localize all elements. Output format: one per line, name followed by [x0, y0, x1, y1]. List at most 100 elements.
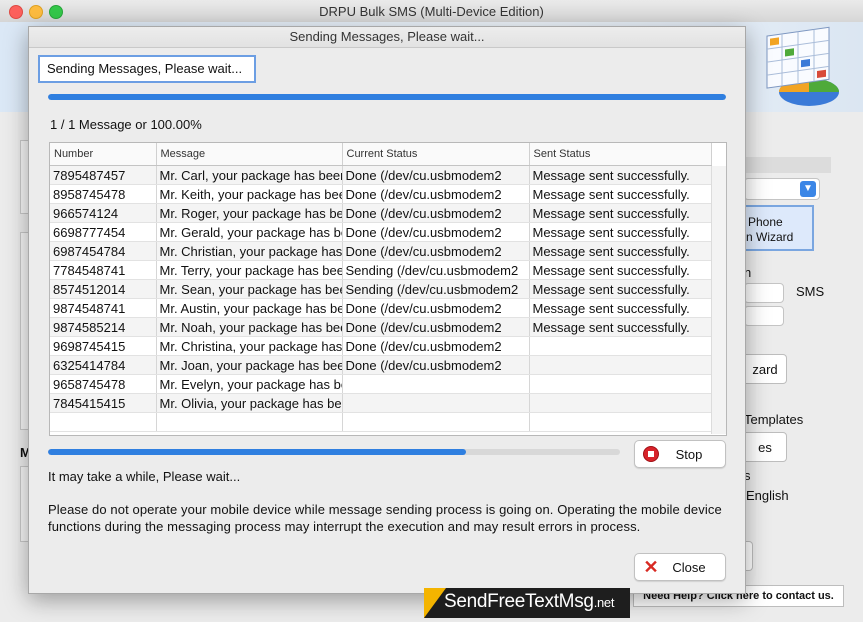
cell-sent-status: Message sent successfully.: [529, 184, 712, 204]
cell-sent-status: [529, 412, 712, 432]
cell-sent-status: Message sent successfully.: [529, 260, 712, 280]
close-button-label: Close: [672, 559, 706, 575]
watermark-main: SendFreeTextMsg: [444, 591, 594, 612]
cell-sent-status: Message sent successfully.: [529, 222, 712, 242]
cell-number: [50, 412, 157, 432]
stop-icon: [643, 446, 659, 462]
cell-message: Mr. Christian, your package has be: [156, 241, 343, 261]
cell-current-status: Done (/dev/cu.usbmodem2: [342, 298, 530, 318]
table-row[interactable]: [50, 412, 712, 432]
cell-message: Mr. Evelyn, your package has been: [156, 374, 343, 394]
chevron-down-icon: ▼: [800, 181, 816, 197]
table-scrollbar[interactable]: [711, 166, 726, 434]
cell-number: 9874548741: [50, 298, 157, 318]
sms-label: SMS: [796, 284, 825, 299]
column-header-number[interactable]: Number: [50, 143, 157, 166]
cell-sent-status: Message sent successfully.: [529, 298, 712, 318]
status-message-box: Sending Messages, Please wait...: [38, 55, 256, 83]
title-bar: DRPU Bulk SMS (Multi-Device Edition): [0, 0, 863, 23]
cell-current-status: Sending (/dev/cu.usbmodem2: [342, 260, 530, 280]
table-row[interactable]: 8958745478 Mr. Keith, your package has be…: [50, 184, 712, 204]
cell-message: Mr. Keith, your package has been: [156, 184, 343, 204]
cell-number: 9874585214: [50, 317, 157, 337]
templates-label: Templates: [744, 412, 804, 427]
cell-message: [156, 412, 343, 432]
dialog-title: Sending Messages, Please wait...: [29, 27, 745, 48]
window-title: DRPU Bulk SMS (Multi-Device Edition): [319, 4, 544, 19]
cell-current-status: [342, 393, 530, 413]
overall-progress-bar: [48, 94, 726, 100]
table-row[interactable]: 9698745415 Mr. Christina, your package ha…: [50, 336, 712, 356]
cell-message: Mr. Olivia, your package has been: [156, 393, 343, 413]
cell-sent-status: [529, 374, 712, 394]
stop-button[interactable]: Stop: [634, 440, 726, 468]
cell-current-status: [342, 374, 530, 394]
cell-current-status: Done (/dev/cu.usbmodem2: [342, 355, 530, 375]
close-x-icon: ✕: [643, 557, 659, 577]
cell-message: Mr. Sean, your package has been: [156, 279, 343, 299]
cell-current-status: Done (/dev/cu.usbmodem2: [342, 165, 530, 185]
cell-sent-status: Message sent successfully.: [529, 203, 712, 223]
cell-message: Mr. Noah, your package has been: [156, 317, 343, 337]
wizard-button[interactable]: zard: [744, 354, 787, 384]
table-row[interactable]: 6698777454 Mr. Gerald, your package has b…: [50, 222, 712, 242]
table-row[interactable]: 6987454784 Mr. Christian, your package ha…: [50, 241, 712, 261]
right-panel-header: [744, 157, 831, 173]
cell-current-status: Done (/dev/cu.usbmodem2: [342, 222, 530, 242]
cell-current-status: Done (/dev/cu.usbmodem2: [342, 336, 530, 356]
cell-current-status: Done (/dev/cu.usbmodem2: [342, 184, 530, 204]
cell-number: 9658745478: [50, 374, 157, 394]
warning-note: Please do not operate your mobile device…: [48, 502, 722, 534]
column-header-current-status[interactable]: Current Status: [342, 143, 530, 166]
cell-current-status: Done (/dev/cu.usbmodem2: [342, 203, 530, 223]
column-header-message[interactable]: Message: [156, 143, 343, 166]
sending-dialog: Sending Messages, Please wait... Sending…: [28, 26, 746, 594]
spreadsheet-chart-logo-icon: [766, 26, 839, 106]
table-row[interactable]: 9658745478 Mr. Evelyn, your package has b…: [50, 374, 712, 394]
cell-number: 6698777454: [50, 222, 157, 242]
cell-message: Mr. Terry, your package has been: [156, 260, 343, 280]
watermark-text: SendFreeTextMsg.net: [444, 591, 614, 613]
cell-message: Mr. Carl, your package has been: [156, 165, 343, 185]
cell-sent-status: Message sent successfully.: [529, 279, 712, 299]
table-row[interactable]: 9874548741 Mr. Austin, your package has b…: [50, 298, 712, 318]
overall-progress-fill: [48, 94, 726, 100]
table-row[interactable]: 6325414784 Mr. Joan, your package has bee…: [50, 355, 712, 375]
phone-wizard-button[interactable]: Phone n Wizard: [744, 205, 814, 251]
cell-number: 7845415415: [50, 393, 157, 413]
column-header-sent-status[interactable]: Sent Status: [529, 143, 712, 166]
cell-number: 7784548741: [50, 260, 157, 280]
cell-sent-status: Message sent successfully.: [529, 317, 712, 337]
close-button[interactable]: ✕ Close: [634, 553, 726, 581]
table-row[interactable]: 7845415415 Mr. Olivia, your package has b…: [50, 393, 712, 413]
table-row[interactable]: 9874585214 Mr. Noah, your package has bee…: [50, 317, 712, 337]
table-row[interactable]: 7784548741 Mr. Terry, your package has be…: [50, 260, 712, 280]
cell-number: 966574124: [50, 203, 157, 223]
device-select[interactable]: ▼: [744, 178, 820, 200]
cell-number: 7895487457: [50, 165, 157, 185]
table-row[interactable]: 8574512014 Mr. Sean, your package has bee…: [50, 279, 712, 299]
wizard-line-2: n Wizard: [746, 230, 794, 244]
cell-message: Mr. Roger, your package has been: [156, 203, 343, 223]
table-row[interactable]: 7895487457 Mr. Carl, your package has bee…: [50, 165, 712, 185]
cell-number: 6987454784: [50, 241, 157, 261]
language-label: English: [746, 488, 789, 503]
batch-progress-fill: [48, 449, 466, 455]
table-body: 7895487457 Mr. Carl, your package has bee…: [50, 165, 712, 432]
option-select-2[interactable]: [744, 306, 784, 326]
templates-button[interactable]: es: [744, 432, 787, 462]
batch-progress-bar: [48, 449, 620, 455]
table-row[interactable]: 966574124 Mr. Roger, your package has bee…: [50, 203, 712, 223]
option-select-1[interactable]: [744, 283, 784, 303]
wait-text: It may take a while, Please wait...: [48, 469, 241, 484]
watermark-logo: SendFreeTextMsg.net: [424, 588, 630, 618]
cell-message: Mr. Austin, your package has been: [156, 298, 343, 318]
table-header-row: Number Message Current Status Sent Statu…: [50, 143, 712, 166]
messages-table[interactable]: Number Message Current Status Sent Statu…: [49, 142, 727, 436]
cell-sent-status: Message sent successfully.: [529, 165, 712, 185]
cell-message: Mr. Christina, your package has be: [156, 336, 343, 356]
cell-sent-status: Message sent successfully.: [529, 241, 712, 261]
cell-number: 6325414784: [50, 355, 157, 375]
cell-number: 8958745478: [50, 184, 157, 204]
message-count-text: 1 / 1 Message or 100.00%: [50, 117, 202, 132]
